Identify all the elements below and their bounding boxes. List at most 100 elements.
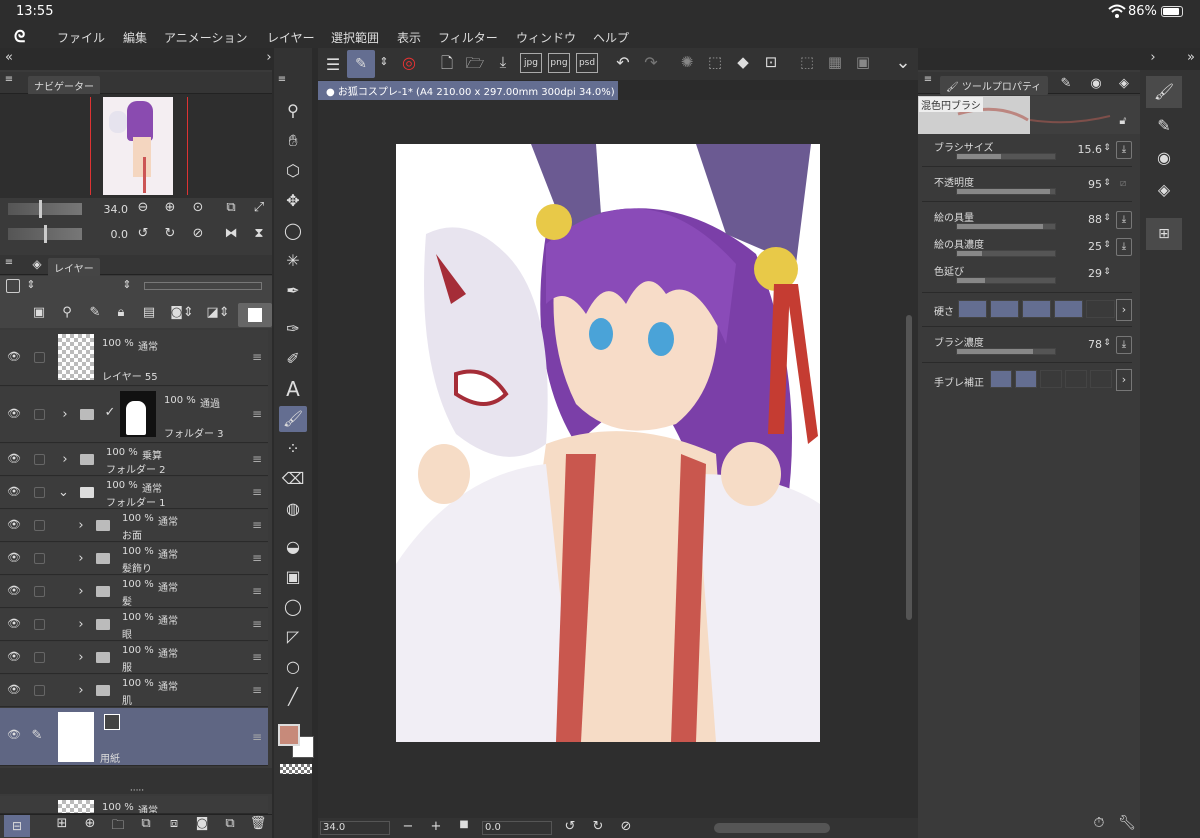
hardness-chevron-right-icon[interactable]: › bbox=[1116, 299, 1132, 321]
paint-density-pressure-button[interactable]: ⤓ bbox=[1116, 238, 1132, 256]
layer-draft-icon[interactable]: ✎ bbox=[86, 305, 104, 320]
list-item-selected[interactable]: 👁︎ ✎ 用紙 ≡ bbox=[0, 708, 268, 766]
list-item[interactable]: 👁︎ › 100 % 通常 眼 ≡ bbox=[0, 609, 268, 641]
layer-tab-icon[interactable]: ◈ bbox=[1114, 76, 1134, 91]
list-item[interactable]: 👁︎ 100 % 通常 レイヤー 55 ≡ bbox=[0, 330, 268, 386]
stabilization-level-box[interactable] bbox=[1015, 370, 1037, 388]
mask-add-icon[interactable]: ◙ bbox=[192, 816, 212, 831]
paint-amount-pressure-button[interactable]: ⤓ bbox=[1116, 211, 1132, 229]
lock-icon[interactable]: 🔓︎ bbox=[1116, 114, 1130, 128]
menu-window[interactable]: ウィンドウ bbox=[516, 29, 576, 46]
navigator-tab[interactable]: ナビゲーター bbox=[28, 76, 100, 95]
eye-icon[interactable]: 👁︎ bbox=[6, 407, 22, 420]
collapse-right2-icon[interactable]: » bbox=[1184, 50, 1198, 65]
color-stretch-slider[interactable] bbox=[956, 277, 1056, 284]
artwork-canvas[interactable] bbox=[396, 144, 820, 742]
show-selection-icon[interactable]: ▣ bbox=[852, 53, 874, 71]
layer-menu-icon[interactable]: ≡ bbox=[252, 518, 262, 532]
paint-amount-stepper-icon[interactable]: ⇕ bbox=[1102, 213, 1112, 223]
bottom-fit-icon[interactable]: ■ bbox=[456, 819, 472, 830]
correct-line-icon[interactable]: ╱ bbox=[279, 684, 307, 710]
layer-checkbox[interactable] bbox=[34, 685, 45, 696]
layer-clip-icon[interactable]: ▣ bbox=[30, 305, 48, 320]
quick-access-stepper-icon[interactable]: ⇕ bbox=[377, 55, 391, 68]
stabilization-level-box[interactable] bbox=[990, 370, 1012, 388]
chevron-right-icon[interactable]: › bbox=[60, 407, 70, 422]
brush-density-slider[interactable] bbox=[956, 348, 1056, 355]
export-jpg-icon[interactable]: jpg bbox=[520, 53, 542, 73]
apply-mask-icon[interactable]: ⧉ bbox=[220, 816, 240, 831]
list-item[interactable]: 👁︎ › 100 % 通常 お面 ≡ bbox=[0, 510, 268, 542]
layer-color-icon[interactable] bbox=[6, 279, 20, 293]
layer-ref-icon[interactable]: ⚲ bbox=[58, 305, 76, 320]
collapse-left-icon[interactable]: « bbox=[2, 50, 16, 65]
new-vector-layer-icon[interactable]: ⊕ bbox=[80, 816, 100, 831]
bottom-zoom-out-icon[interactable]: − bbox=[400, 819, 416, 834]
rotate-right-icon[interactable]: ↻ bbox=[161, 226, 179, 241]
chevron-right-icon[interactable]: › bbox=[76, 518, 86, 533]
hamburger-menu-icon[interactable]: ☰ bbox=[322, 55, 344, 74]
collapse-right-icon[interactable]: › bbox=[1146, 50, 1160, 65]
quick-access-brush-icon[interactable]: ✎ bbox=[347, 50, 375, 78]
trash-icon[interactable]: 🗑︎ bbox=[248, 816, 268, 831]
menu-selection[interactable]: 選択範囲 bbox=[331, 29, 379, 46]
layer-checkbox[interactable] bbox=[34, 619, 45, 630]
move-tool-icon[interactable]: ✥ bbox=[279, 188, 307, 214]
brush-size-stepper-icon[interactable]: ⇕ bbox=[1102, 143, 1112, 153]
layer-menu-icon[interactable]: ≡ bbox=[252, 650, 262, 664]
eye-icon[interactable]: 👁︎ bbox=[6, 452, 22, 465]
pen-edit-icon[interactable]: ✎ bbox=[30, 728, 44, 743]
frame-tool-icon[interactable]: ◸ bbox=[279, 624, 307, 650]
list-item[interactable]: 👁︎ ⌄ 100 % 通常 フォルダー 1 ≡ bbox=[0, 477, 268, 509]
menu-view[interactable]: 表示 bbox=[397, 29, 421, 46]
zoom-slider-handle[interactable] bbox=[39, 200, 42, 218]
layer-opacity-slider[interactable] bbox=[144, 282, 262, 290]
list-item[interactable]: 👁︎ › 100 % 通常 服 ≡ bbox=[0, 642, 268, 674]
copy-layer-icon[interactable]: ⧉ bbox=[136, 816, 156, 831]
layer-property-icon[interactable]: ⊟ bbox=[4, 815, 30, 837]
tool-palette-menu-icon[interactable]: ≡ bbox=[276, 74, 288, 85]
layer-checkbox[interactable] bbox=[34, 352, 45, 363]
stabilization-level-box[interactable] bbox=[1090, 370, 1112, 388]
stabilization-level-box[interactable] bbox=[1065, 370, 1087, 388]
fullsize-icon[interactable]: ⤢ bbox=[250, 200, 268, 215]
lasso-tool-icon[interactable]: ◯ bbox=[279, 218, 307, 244]
app-logo-icon[interactable]: ᘓ bbox=[14, 27, 38, 46]
blend-mode-dropdown-icon[interactable]: ⇕ bbox=[120, 278, 134, 291]
paint-density-stepper-icon[interactable]: ⇕ bbox=[1102, 240, 1112, 250]
vertical-scrollbar[interactable] bbox=[906, 315, 912, 620]
zoom-tool-icon[interactable]: ⚲ bbox=[279, 98, 307, 124]
opacity-slider[interactable] bbox=[956, 188, 1056, 195]
chevron-right-icon[interactable]: › bbox=[76, 650, 86, 665]
layer-menu-icon[interactable]: ≡ bbox=[252, 485, 262, 499]
save-icon[interactable]: ⤓ bbox=[492, 53, 514, 71]
list-item[interactable]: 100 % 通常 bbox=[0, 796, 268, 814]
fill-tool-icon[interactable]: ◒ bbox=[279, 534, 307, 560]
resize-handle-icon[interactable]: ····· bbox=[128, 786, 146, 796]
fit-window-icon[interactable]: ⧉ bbox=[222, 200, 240, 215]
layer-checkbox[interactable] bbox=[34, 520, 45, 531]
bottom-rotate-right-icon[interactable]: ↻ bbox=[590, 819, 606, 834]
color-stretch-stepper-icon[interactable]: ⇕ bbox=[1102, 267, 1112, 277]
layer-menu-icon[interactable]: ≡ bbox=[252, 584, 262, 598]
lock-transparent-icon[interactable]: ▤ bbox=[140, 305, 158, 320]
merge-layer-icon[interactable]: ⧈ bbox=[164, 816, 184, 831]
list-item[interactable]: 👁︎ › ✓ 100 % 通過 フォルダー 3 ≡ bbox=[0, 387, 268, 443]
zoom-out-icon[interactable]: ⊖ bbox=[134, 200, 152, 215]
eye-icon[interactable]: 👁︎ bbox=[6, 650, 22, 663]
open-file-icon[interactable]: 🗁 bbox=[464, 53, 486, 78]
select-clear-icon[interactable]: ⬚ bbox=[704, 53, 726, 71]
list-item[interactable]: 👁︎ › 100 % 乗算 フォルダー 2 ≡ bbox=[0, 444, 268, 476]
layer-menu-icon[interactable]: ≡ bbox=[252, 551, 262, 565]
hardness-level-box[interactable] bbox=[990, 300, 1019, 318]
list-item[interactable]: 👁︎ › 100 % 通常 髪飾り ≡ bbox=[0, 543, 268, 575]
menu-edit[interactable]: 編集 bbox=[123, 29, 147, 46]
horizontal-scrollbar[interactable] bbox=[714, 823, 830, 833]
fill-selection-icon[interactable]: ◆ bbox=[732, 53, 754, 71]
tool-property-side-icon[interactable]: 🖌︎ bbox=[1146, 76, 1182, 108]
layer-menu-icon[interactable]: ≡ bbox=[252, 407, 262, 421]
chevron-down-icon[interactable]: ⌄ bbox=[58, 485, 69, 500]
bottom-rotate-left-icon[interactable]: ↺ bbox=[562, 819, 578, 834]
layer-menu-icon[interactable]: ≡ bbox=[252, 730, 262, 744]
opacity-link-icon[interactable]: ⧄ bbox=[1116, 178, 1130, 189]
